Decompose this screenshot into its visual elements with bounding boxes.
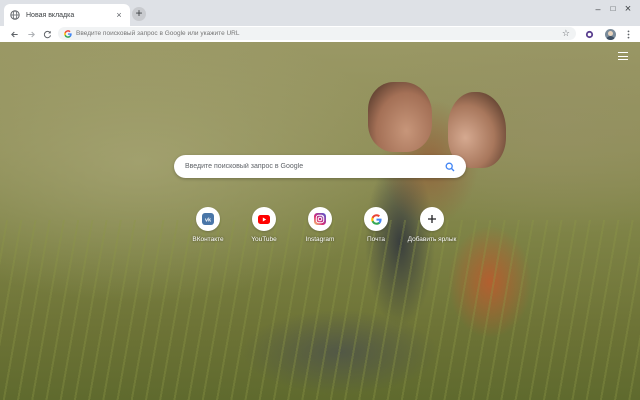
search-input[interactable] <box>185 163 445 170</box>
close-tab-icon[interactable]: × <box>114 10 124 20</box>
shortcuts-grid: vk ВКонтакте YouTube Instagram Почта Доб… <box>180 207 460 252</box>
maximize-button[interactable]: □ <box>607 4 619 14</box>
new-tab-page: vk ВКонтакте YouTube Instagram Почта <box>0 42 640 400</box>
vk-icon: vk <box>196 207 220 231</box>
menu-dots-icon[interactable] <box>622 27 634 41</box>
globe-icon <box>10 10 20 20</box>
profile-avatar[interactable] <box>603 27 617 41</box>
tab-title: Новая вкладка <box>26 11 75 19</box>
forward-icon[interactable] <box>24 27 38 41</box>
shortcut-mail[interactable]: Почта <box>348 207 404 243</box>
tab-strip: Новая вкладка × + – □ × <box>0 0 640 26</box>
shortcut-label: Instagram <box>305 236 335 243</box>
extension-icon[interactable] <box>582 27 596 41</box>
google-g-icon <box>64 29 72 38</box>
avatar <box>604 28 616 40</box>
shortcut-youtube[interactable]: YouTube <box>236 207 292 243</box>
address-input[interactable] <box>76 30 570 37</box>
instagram-icon <box>308 207 332 231</box>
shortcut-vk[interactable]: vk ВКонтакте <box>180 207 236 243</box>
omnibox[interactable]: ☆ <box>58 27 576 40</box>
google-icon <box>364 207 388 231</box>
youtube-icon <box>252 207 276 231</box>
tab-new-tab[interactable]: Новая вкладка × <box>4 4 130 26</box>
back-icon[interactable] <box>7 27 21 41</box>
reload-icon[interactable] <box>40 27 54 41</box>
customize-menu-icon[interactable] <box>618 52 628 60</box>
shortcut-label: YouTube <box>251 236 277 243</box>
minimize-button[interactable]: – <box>592 4 604 14</box>
shortcut-label: Почта <box>366 236 386 243</box>
toolbar: ☆ <box>0 26 640 42</box>
add-icon <box>420 207 444 231</box>
shortcut-label: ВКонтакте <box>192 236 224 243</box>
google-search-box[interactable] <box>174 155 466 178</box>
shortcut-label: Добавить ярлык <box>407 236 457 243</box>
star-icon[interactable]: ☆ <box>562 27 570 40</box>
add-shortcut-button[interactable]: Добавить ярлык <box>404 207 460 243</box>
shortcut-instagram[interactable]: Instagram <box>292 207 348 243</box>
background-person-man <box>368 82 432 152</box>
svg-text:vk: vk <box>205 217 212 223</box>
close-window-button[interactable]: × <box>622 4 634 15</box>
new-tab-button[interactable]: + <box>132 7 146 21</box>
search-icon[interactable] <box>445 162 455 172</box>
